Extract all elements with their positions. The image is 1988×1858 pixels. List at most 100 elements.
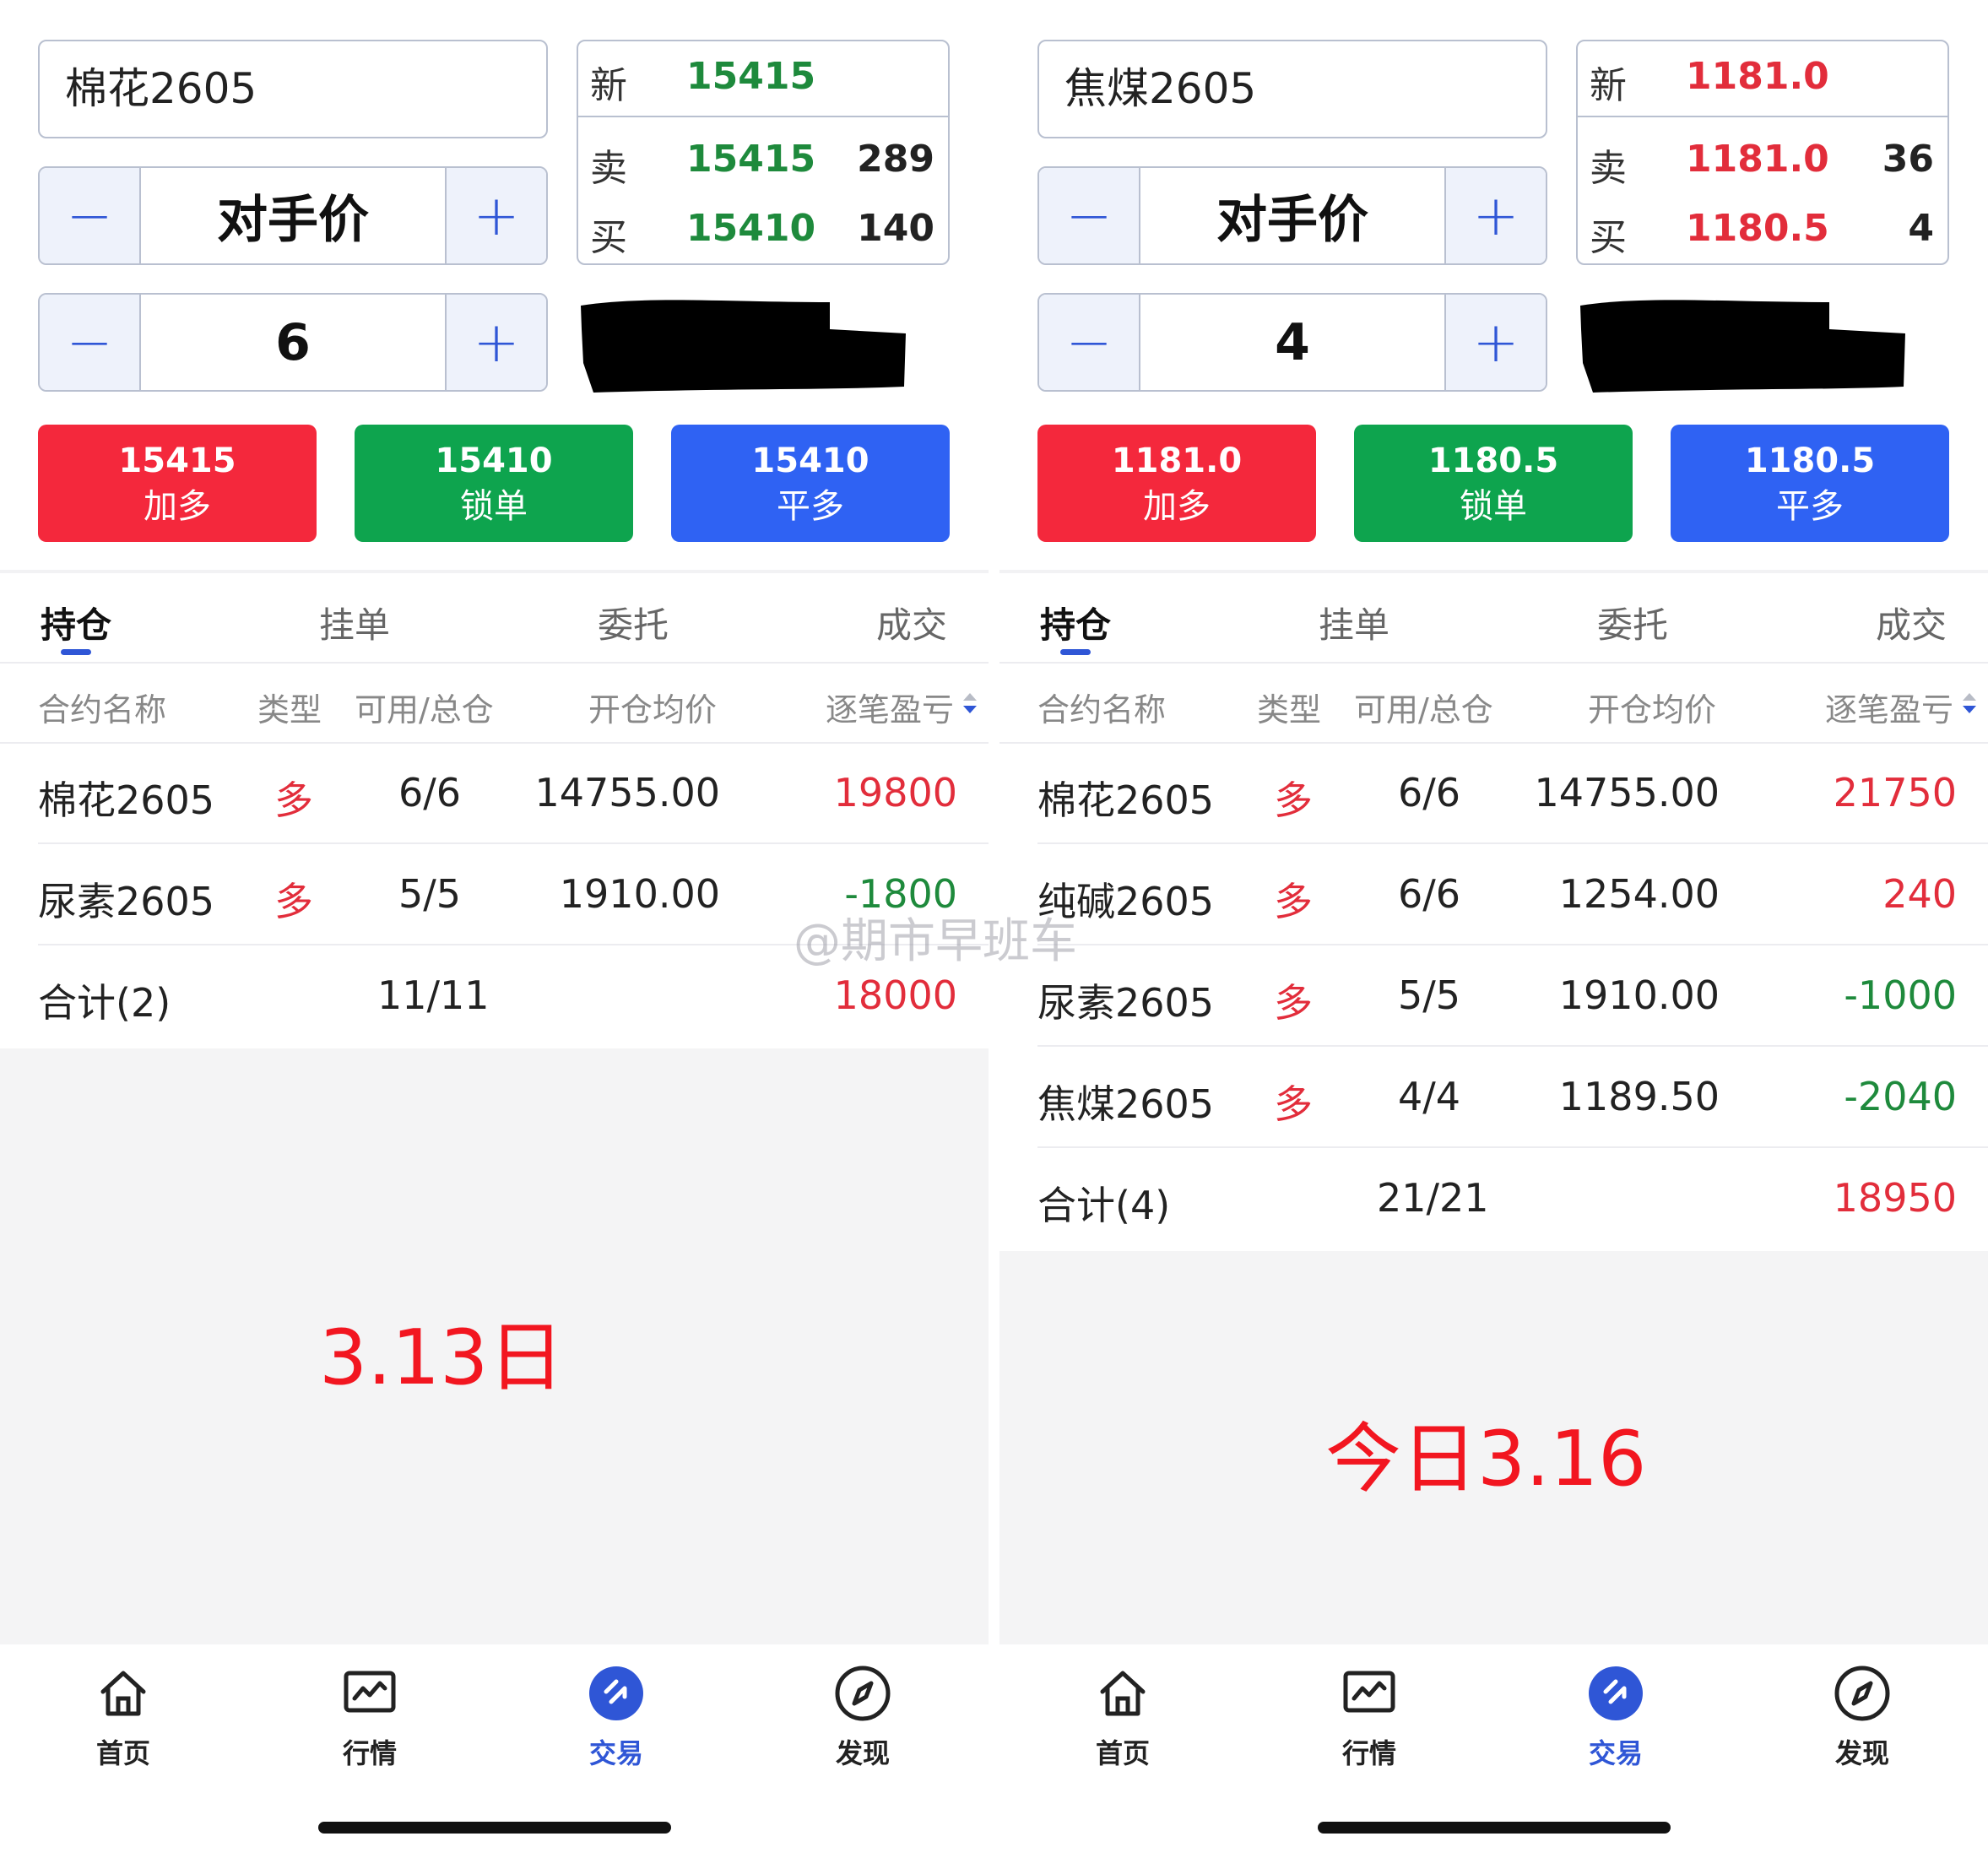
qty-minus-button[interactable]: − [40, 295, 141, 390]
nav-item-chart[interactable]: 行情 [1302, 1663, 1437, 1771]
quote-row-sell: 卖 15415 289 [578, 124, 948, 192]
quote-row-new: 新 15415 [578, 41, 948, 117]
compass-icon [1832, 1663, 1893, 1724]
lock-order-button[interactable]: 15410 锁单 [355, 425, 633, 542]
row-contract: 尿素2605 [38, 879, 215, 924]
quote-label: 买 [1590, 216, 1627, 259]
quote-box: 新 15415 卖 15415 289 买 15410 140 [577, 40, 950, 265]
quote-label: 买 [590, 216, 627, 259]
price-minus-button[interactable]: − [1039, 168, 1140, 263]
price-plus-button[interactable]: + [445, 168, 546, 263]
price-mode-stepper: − 对手价 + [38, 166, 548, 265]
quantity-stepper: −6 + [38, 293, 548, 392]
quote-price: 1181.0 [1686, 55, 1829, 98]
action-label: 加多 [144, 486, 211, 526]
price-plus-button[interactable]: + [1444, 168, 1546, 263]
add-long-button[interactable]: 1181.0 加多 [1037, 425, 1316, 542]
tab-positions[interactable]: 持仓 [1040, 597, 1111, 648]
qty-input[interactable]: 6 [141, 295, 445, 390]
row-qty: 6/6 [398, 770, 462, 815]
row-avg-price: 1910.00 [559, 871, 720, 917]
total-pnl: 18950 [1833, 1175, 1957, 1221]
tab-pending[interactable]: 挂单 [1319, 597, 1389, 648]
action-price: 1181.0 [1111, 441, 1243, 480]
active-tab-indicator [1060, 649, 1091, 655]
nav-item-trade[interactable]: 交易 [1548, 1663, 1683, 1771]
row-avg-price: 1254.00 [1558, 871, 1720, 917]
active-tab-indicator [61, 649, 91, 655]
table-row[interactable]: 尿素2605 多 5/5 1910.00 -1000 [999, 945, 1988, 1047]
order-tabs: 持仓 挂单 委托 成交 [999, 573, 1988, 664]
add-long-button[interactable]: 15415 加多 [38, 425, 317, 542]
total-label: 合计(2) [38, 980, 171, 1026]
action-price: 1180.5 [1427, 441, 1559, 480]
redaction-scribble [1580, 300, 1905, 393]
tab-orders[interactable]: 委托 [598, 597, 669, 648]
tab-trades[interactable]: 成交 [1876, 597, 1947, 648]
sort-icon[interactable] [961, 691, 979, 716]
home-indicator [1318, 1822, 1671, 1834]
row-pnl: -1000 [1844, 972, 1957, 1018]
header-pnl[interactable]: 逐笔盈亏 [826, 684, 954, 730]
tab-positions[interactable]: 持仓 [41, 597, 111, 648]
total-label: 合计(4) [1037, 1183, 1171, 1228]
row-type: 多 [1274, 777, 1313, 823]
qty-plus-button[interactable]: + [1444, 295, 1546, 390]
header-pnl[interactable]: 逐笔盈亏 [1825, 684, 1953, 730]
instrument-selector[interactable]: 焦煤2605 [1037, 40, 1547, 138]
table-row[interactable]: 棉花2605 多 6/6 14755.00 21750 [999, 743, 1988, 844]
row-type: 多 [274, 879, 313, 924]
nav-label: 交易 [1588, 1737, 1643, 1769]
trade-icon [586, 1663, 647, 1724]
tab-pending[interactable]: 挂单 [319, 597, 390, 648]
action-label: 锁单 [1460, 486, 1527, 526]
row-qty: 5/5 [398, 871, 462, 917]
chart-icon [339, 1663, 400, 1724]
nav-item-trade[interactable]: 交易 [549, 1663, 684, 1771]
home-indicator [318, 1822, 671, 1834]
table-row[interactable]: 棉花2605 多 6/6 14755.00 19800 [0, 743, 989, 844]
price-mode-value[interactable]: 对手价 [1140, 168, 1444, 263]
nav-item-chart[interactable]: 行情 [302, 1663, 437, 1771]
quantity-stepper: −4 + [1037, 293, 1547, 392]
price-mode-value[interactable]: 对手价 [141, 168, 445, 263]
header-contract: 合约名称 [1037, 691, 1167, 729]
compass-icon [832, 1663, 893, 1724]
qty-input[interactable]: 4 [1140, 295, 1444, 390]
quote-price: 15415 [686, 55, 816, 98]
tab-orders[interactable]: 委托 [1597, 597, 1668, 648]
qty-minus-button[interactable]: − [1039, 295, 1140, 390]
lock-order-button[interactable]: 1180.5 锁单 [1354, 425, 1633, 542]
qty-plus-button[interactable]: + [445, 295, 546, 390]
row-contract: 棉花2605 [38, 777, 215, 823]
close-long-button[interactable]: 1180.5 平多 [1671, 425, 1949, 542]
row-contract: 尿素2605 [1037, 980, 1215, 1026]
header-qty: 可用/总仓 [1354, 691, 1493, 729]
close-long-button[interactable]: 15410 平多 [671, 425, 950, 542]
row-avg-price: 1910.00 [1558, 972, 1720, 1018]
quote-row-sell: 卖 1181.0 36 [1578, 124, 1947, 192]
total-pnl: 18000 [833, 972, 957, 1018]
sort-icon[interactable] [1960, 691, 1979, 716]
row-avg-price: 14755.00 [534, 770, 721, 815]
row-avg-price: 14755.00 [1534, 770, 1720, 815]
chart-icon [1339, 1663, 1400, 1724]
instrument-selector[interactable]: 棉花2605 [38, 40, 548, 138]
nav-item-compass[interactable]: 发现 [795, 1663, 930, 1771]
tab-trades[interactable]: 成交 [876, 597, 947, 648]
price-minus-button[interactable]: − [40, 168, 141, 263]
right-screenshot-panel: 焦煤2605− 对手价 + −4 + 新 1181.0 卖 1181.0 36 买 1180.5 4 11… [999, 0, 1988, 1858]
quote-row-buy: 买 15410 140 [578, 193, 948, 261]
table-row[interactable]: 焦煤2605 多 4/4 1189.50 -2040 [999, 1047, 1988, 1148]
nav-item-home[interactable]: 首页 [56, 1663, 191, 1771]
trade-icon [1585, 1663, 1646, 1724]
row-contract: 棉花2605 [1037, 777, 1215, 823]
nav-item-home[interactable]: 首页 [1055, 1663, 1190, 1771]
row-pnl: 21750 [1833, 770, 1957, 815]
table-row[interactable]: 纯碱2605 多 6/6 1254.00 240 [999, 844, 1988, 945]
nav-item-compass[interactable]: 发现 [1795, 1663, 1930, 1771]
row-pnl: 19800 [833, 770, 957, 815]
row-contract: 焦煤2605 [1037, 1081, 1215, 1127]
home-icon [93, 1663, 154, 1724]
quote-volume: 36 [1882, 138, 1934, 181]
